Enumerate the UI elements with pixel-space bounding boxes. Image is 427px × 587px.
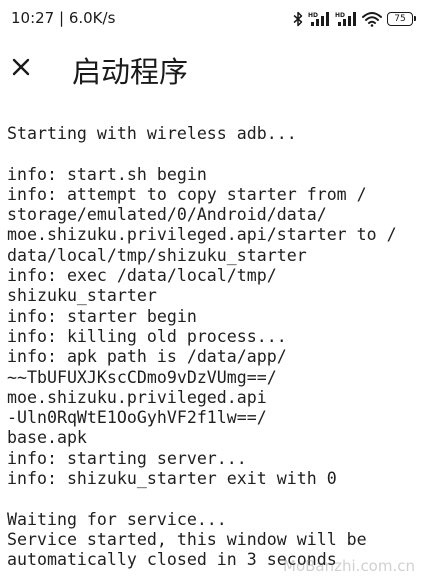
log-line: info: attempt to copy starter from / bbox=[7, 184, 367, 204]
status-bar: 10:27 | 6.0K/s HD HD 75 bbox=[0, 0, 427, 38]
log-line: moe.shizuku.privileged.api bbox=[7, 387, 267, 407]
app-bar: 启动程序 bbox=[0, 38, 427, 100]
bluetooth-icon bbox=[293, 11, 303, 27]
wifi-icon bbox=[362, 11, 382, 27]
log-line: info: starter begin bbox=[7, 306, 197, 326]
watermark: MoBanzhi.com.cn bbox=[283, 557, 415, 575]
log-line: info: apk path is /data/app/ bbox=[7, 347, 287, 367]
status-icons: HD HD 75 bbox=[293, 10, 416, 28]
log-line: shizuku_starter bbox=[7, 286, 157, 306]
page-title: 启动程序 bbox=[72, 55, 189, 89]
log-line: storage/emulated/0/Android/data/ bbox=[7, 205, 327, 225]
log-line: Waiting for service... bbox=[7, 509, 227, 529]
log-line: info: starting server... bbox=[7, 448, 247, 468]
log-line: info: shizuku_starter exit with 0 bbox=[7, 469, 337, 489]
log-line: -Uln0RqWtE1OoGyhVF2f1lw==/ bbox=[7, 408, 267, 428]
status-time: 10:27 | 6.0K/s bbox=[11, 9, 116, 27]
signal-hd-badge: HD bbox=[308, 12, 318, 19]
log-line: Starting with wireless adb... bbox=[7, 124, 297, 143]
signal-hd-icon: HD bbox=[308, 11, 330, 27]
battery-icon: 75 bbox=[387, 12, 416, 26]
log-line: info: killing old process... bbox=[7, 326, 287, 346]
log-line: info: exec /data/local/tmp/ bbox=[7, 266, 277, 286]
log-line: info: start.sh begin bbox=[7, 164, 207, 184]
log-line: ~~TbUFUXJKscCDmo9vDzVUmg==/ bbox=[7, 367, 277, 387]
signal-hd-badge: HD bbox=[335, 12, 345, 19]
log-output: Starting with wireless adb... info: start… bbox=[7, 124, 421, 571]
close-icon bbox=[12, 58, 30, 76]
log-line: base.apk bbox=[7, 428, 87, 448]
log-line: data/local/tmp/shizuku_starter bbox=[7, 245, 307, 265]
log-line: Service started, this window will be bbox=[7, 529, 367, 549]
signal-hd-icon: HD bbox=[335, 11, 357, 27]
close-button[interactable] bbox=[4, 50, 38, 84]
log-line: moe.shizuku.privileged.api/starter to / bbox=[7, 225, 397, 245]
